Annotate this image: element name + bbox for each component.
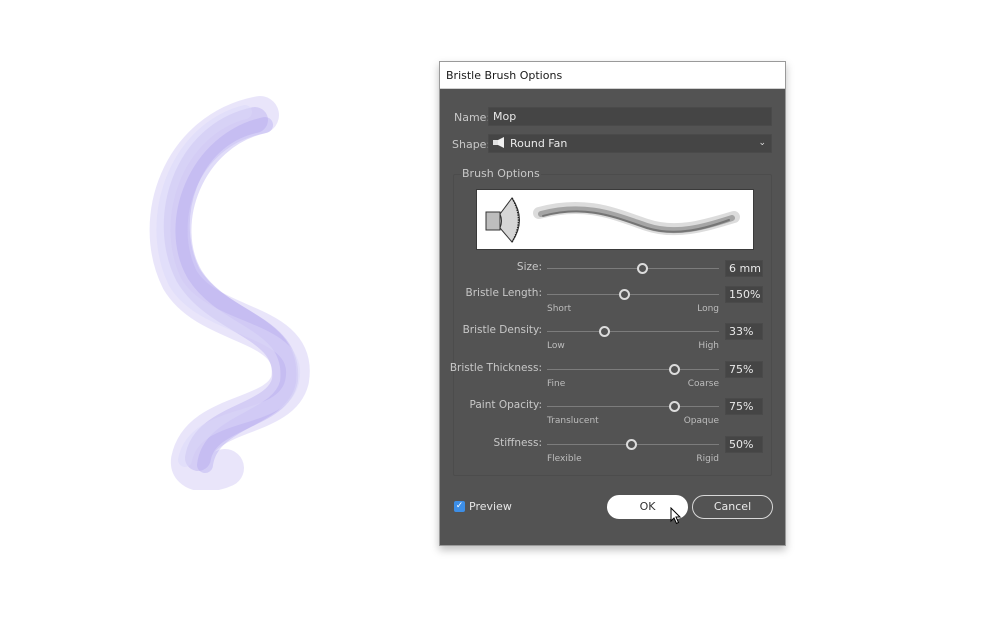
bristle-brush-stroke bbox=[149, 96, 310, 490]
slider-track[interactable] bbox=[547, 268, 719, 269]
slider-min-label: Short bbox=[547, 304, 572, 314]
slider-value-input[interactable]: 50% bbox=[725, 436, 763, 453]
slider-max-label: Coarse bbox=[687, 379, 719, 389]
dialog-title: Bristle Brush Options bbox=[440, 62, 785, 89]
preview-checkbox[interactable]: ✓ bbox=[454, 501, 465, 512]
brush-preview bbox=[476, 189, 754, 250]
round-fan-brush-icon bbox=[493, 136, 507, 153]
slider-max-label: High bbox=[698, 341, 719, 351]
name-label: Name: bbox=[454, 111, 491, 124]
round-fan-brush-tip-icon bbox=[485, 197, 520, 243]
bristle-brush-options-dialog: Bristle Brush Options Name: Mop Shape: R… bbox=[439, 61, 786, 546]
preview-stroke bbox=[533, 201, 740, 236]
slider-track[interactable] bbox=[547, 406, 719, 407]
shape-value: Round Fan bbox=[510, 137, 568, 150]
slider-label: Bristle Length: bbox=[465, 287, 543, 299]
slider-label: Bristle Thickness: bbox=[449, 362, 542, 374]
slider-track[interactable] bbox=[547, 294, 719, 295]
slider-value-input[interactable]: 33% bbox=[725, 323, 763, 340]
slider-label: Size: bbox=[516, 261, 542, 273]
shape-label: Shape: bbox=[452, 138, 491, 151]
preview-label: Preview bbox=[469, 500, 512, 513]
slider-value-input[interactable]: 75% bbox=[725, 398, 763, 415]
slider-value-input[interactable]: 150% bbox=[725, 286, 763, 303]
slider-min-label: Translucent bbox=[547, 416, 599, 426]
slider-label: Paint Opacity: bbox=[469, 399, 542, 411]
slider-label: Stiffness: bbox=[493, 437, 542, 449]
slider-thumb[interactable] bbox=[636, 263, 648, 274]
slider-value-input[interactable]: 6 mm bbox=[725, 260, 763, 277]
slider-max-label: Rigid bbox=[696, 454, 719, 464]
chevron-down-icon: ⌄ bbox=[758, 138, 766, 148]
slider-min-label: Low bbox=[547, 341, 565, 351]
name-input[interactable]: Mop bbox=[488, 107, 772, 126]
slider-max-label: Opaque bbox=[683, 416, 719, 426]
slider-value-input[interactable]: 75% bbox=[725, 361, 763, 378]
brush-options-title: Brush Options bbox=[461, 167, 541, 180]
slider-track[interactable] bbox=[547, 369, 719, 370]
slider-min-label: Fine bbox=[547, 379, 566, 389]
slider-min-label: Flexible bbox=[547, 454, 582, 464]
slider-track[interactable] bbox=[547, 331, 719, 332]
shape-dropdown[interactable]: Round Fan ⌄ bbox=[488, 134, 772, 153]
slider-max-label: Long bbox=[697, 304, 719, 314]
mouse-cursor-icon bbox=[670, 507, 682, 525]
slider-label: Bristle Density: bbox=[462, 324, 542, 336]
slider-thumb[interactable] bbox=[598, 326, 610, 337]
cancel-button[interactable]: Cancel bbox=[692, 495, 773, 519]
